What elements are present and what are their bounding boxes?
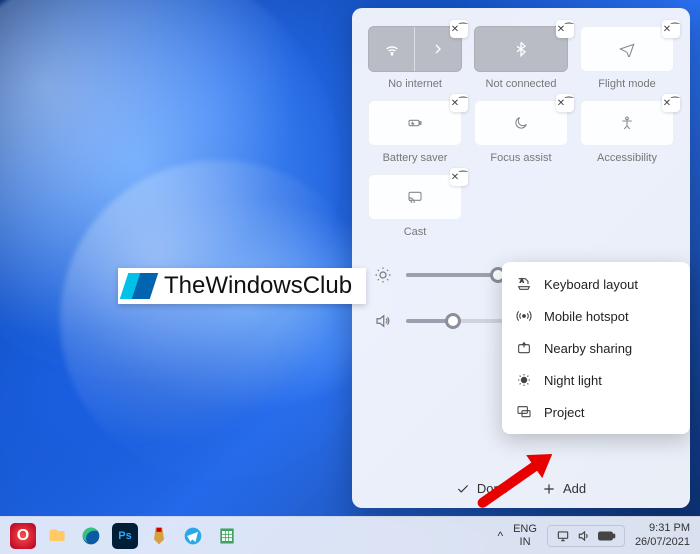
unpin-icon[interactable]: ✕⁀ xyxy=(662,94,680,112)
unpin-icon[interactable]: ✕⁀ xyxy=(450,20,468,38)
tile-label: Cast xyxy=(404,226,427,238)
sun-icon xyxy=(374,266,392,284)
tray-chevron[interactable]: ^ xyxy=(497,529,503,543)
plus-icon xyxy=(542,482,556,496)
tray-clock[interactable]: 9:31 PM 26/07/2021 xyxy=(635,522,690,548)
taskbar-app-edge[interactable] xyxy=(78,523,104,549)
share-icon xyxy=(516,340,532,356)
tile-accessibility[interactable]: ✕⁀ Accessibility xyxy=(580,100,674,164)
taskbar-app-opera[interactable]: O xyxy=(10,523,36,549)
unpin-icon[interactable]: ✕⁀ xyxy=(450,94,468,112)
menu-item-night-light[interactable]: Night light xyxy=(502,364,690,396)
speaker-icon xyxy=(374,312,392,330)
unpin-icon[interactable]: ✕⁀ xyxy=(556,20,574,38)
tray-language[interactable]: ENG IN xyxy=(513,523,537,547)
menu-item-nearby-sharing[interactable]: Nearby sharing xyxy=(502,332,690,364)
menu-item-keyboard-layout[interactable]: A Keyboard layout xyxy=(502,268,690,300)
check-icon xyxy=(456,482,470,496)
battery-icon xyxy=(598,530,616,542)
watermark: TheWindowsClub xyxy=(118,268,366,304)
tile-bluetooth[interactable]: ✕⁀ Not connected xyxy=(474,26,568,90)
project-icon xyxy=(516,404,532,420)
volume-icon xyxy=(577,529,591,543)
nightlight-icon xyxy=(516,372,532,388)
taskbar: O Ps ^ ENG IN 9:31 PM 26/07/2021 xyxy=(0,516,700,554)
tile-label: No internet xyxy=(388,78,442,90)
hotspot-icon xyxy=(516,308,532,324)
watermark-text: TheWindowsClub xyxy=(164,272,352,300)
tile-flight-mode[interactable]: ✕⁀ Flight mode xyxy=(580,26,674,90)
taskbar-app-folder[interactable] xyxy=(44,523,70,549)
add-label: Add xyxy=(563,481,586,496)
tile-focus-assist[interactable]: ✕⁀ Focus assist xyxy=(474,100,568,164)
menu-item-mobile-hotspot[interactable]: Mobile hotspot xyxy=(502,300,690,332)
keyboard-icon: A xyxy=(516,276,532,292)
unpin-icon[interactable]: ✕⁀ xyxy=(662,20,680,38)
tile-cast[interactable]: ✕⁀ Cast xyxy=(368,174,462,238)
network-icon xyxy=(556,529,570,543)
tile-wifi[interactable]: ✕⁀ No internet xyxy=(368,26,462,90)
taskbar-app-ccleaner[interactable] xyxy=(146,523,172,549)
add-flyout-menu: A Keyboard layout Mobile hotspot Nearby … xyxy=(502,262,690,434)
tile-label: Focus assist xyxy=(490,152,551,164)
taskbar-app-photoshop[interactable]: Ps xyxy=(112,523,138,549)
menu-item-project[interactable]: Project xyxy=(502,396,690,428)
tray-system[interactable] xyxy=(547,525,625,547)
tile-label: Accessibility xyxy=(597,152,657,164)
svg-text:A: A xyxy=(520,279,524,285)
unpin-icon[interactable]: ✕⁀ xyxy=(556,94,574,112)
add-button[interactable]: Add xyxy=(542,481,586,496)
tile-label: Not connected xyxy=(486,78,557,90)
tile-battery-saver[interactable]: ✕⁀ Battery saver xyxy=(368,100,462,164)
unpin-icon[interactable]: ✕⁀ xyxy=(450,168,468,186)
tile-label: Battery saver xyxy=(383,152,448,164)
tile-label: Flight mode xyxy=(598,78,655,90)
watermark-logo xyxy=(124,273,158,299)
taskbar-app-telegram[interactable] xyxy=(180,523,206,549)
taskbar-app-spreadsheet[interactable] xyxy=(214,523,240,549)
tile-grid: ✕⁀ No internet ✕⁀ Not connected ✕⁀ Fligh… xyxy=(368,26,674,238)
